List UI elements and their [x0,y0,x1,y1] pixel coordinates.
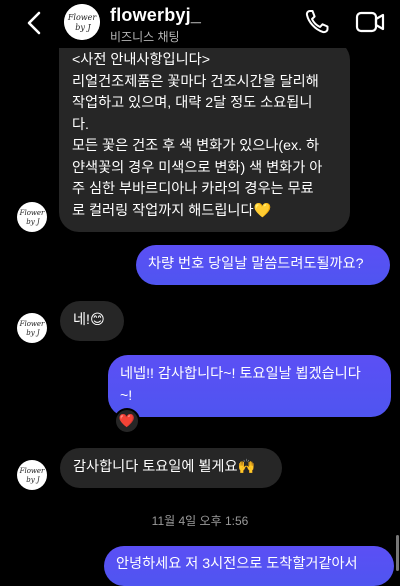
chevron-left-icon[interactable] [22,10,48,36]
incoming-message[interactable]: 감사합니다 토요일에 뵐게요🙌 [60,448,282,488]
flower-by-j-logo: Flower by J [64,4,100,40]
sender-avatar[interactable]: Flower by J [17,202,47,232]
message-text: 감사합니다 토요일에 뵐게요🙌 [73,459,256,475]
message-line: 얀색꽃의 경우 미색으로 변화) 색 변화가 아 [72,159,323,176]
message-line: 다. [72,116,89,133]
video-camera-icon[interactable] [355,9,385,35]
svg-text:by J: by J [26,218,41,226]
message-line: <사전 안내사항입니다> [72,52,210,68]
message-line: 네넵!! 감사합니다~! 토요일날 뵙겠습니다 [120,366,361,382]
outgoing-message[interactable]: 안녕하세요 저 3시전으로 도착할거같아서 [104,546,394,586]
flower-by-j-logo: Flower by J [19,209,45,226]
svg-text:Flower: Flower [19,467,45,475]
contact-subtitle: 비즈니스 채팅 [110,30,180,44]
svg-text:by J: by J [75,23,91,32]
incoming-message[interactable]: 네!😊 [60,301,124,341]
chat-header: Flower by J flowerbyj_ 비즈니스 채팅 [0,0,400,48]
message-timestamp: 11월 4일 오후 1:56 [151,514,249,528]
incoming-message[interactable]: <사전 안내사항입니다> 리얼건조제품은 꽃마다 건조시간을 달리해 작업하고 … [59,40,350,232]
message-line: 모든 꽃은 건조 후 색 변화가 있으나(ex. 하 [72,138,320,154]
sender-avatar[interactable]: Flower by J [17,460,47,490]
svg-text:Flower: Flower [19,320,45,328]
svg-text:by J: by J [26,329,41,337]
scrollbar[interactable] [396,535,399,571]
message-line: 리얼건조제품은 꽃마다 건조시간을 달리해 [72,73,319,90]
heart-reaction[interactable]: ❤️ [114,408,140,434]
message-line: 로 컬러링 작업까지 해드립니다💛 [72,202,272,219]
svg-text:by J: by J [26,476,41,484]
message-line: 주 심한 부바르디아나 카라의 경우는 무료 [72,181,314,197]
flower-by-j-logo: Flower by J [19,467,45,484]
profile-avatar[interactable]: Flower by J [64,4,100,40]
message-text: 안녕하세요 저 3시전으로 도착할거같아서 [116,556,358,572]
svg-text:Flower: Flower [67,13,98,22]
contact-name[interactable]: flowerbyj_ [110,5,201,26]
message-line: ~! [120,387,133,404]
message-text: 네!😊 [73,312,105,328]
message-text: 차량 번호 당일날 말씀드려도될까요? [148,256,364,272]
heart-icon: ❤️ [118,413,136,428]
outgoing-message[interactable]: 네넵!! 감사합니다~! 토요일날 뵙겠습니다 ~! [108,355,391,417]
message-line: 작업하고 있으며, 대략 2달 정도 소요됩니 [72,95,313,111]
svg-text:Flower: Flower [19,209,45,217]
outgoing-message[interactable]: 차량 번호 당일날 말씀드려도될까요? [136,245,390,285]
sender-avatar[interactable]: Flower by J [17,313,47,343]
phone-icon[interactable] [303,8,331,36]
flower-by-j-logo: Flower by J [19,320,45,337]
